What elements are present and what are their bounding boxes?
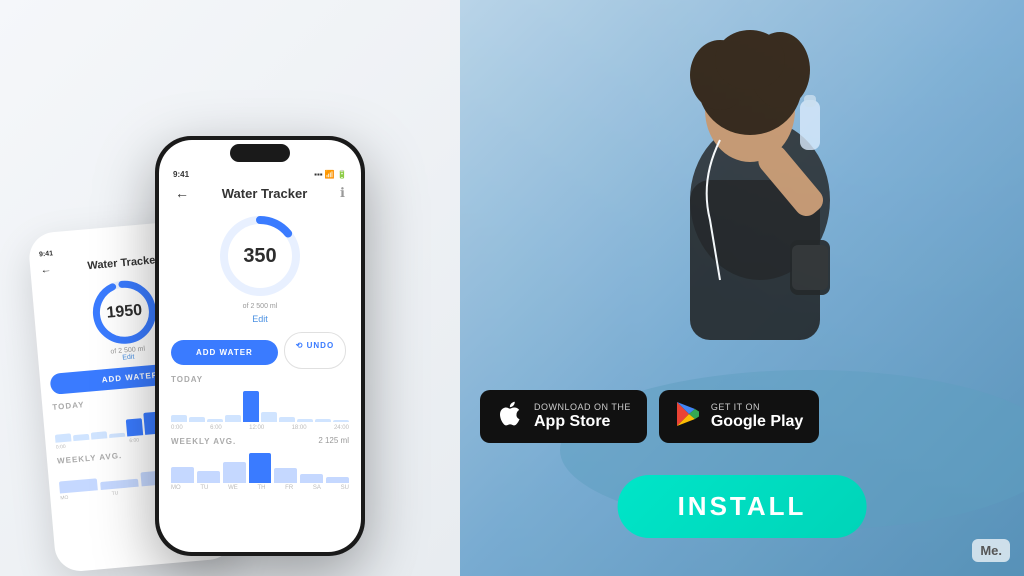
weekly-bar-chart (171, 453, 349, 483)
me-brand: Me. (972, 539, 1010, 562)
status-time: 9:41 (173, 170, 189, 179)
phones-container: 9:41 ← Water Tracker ℹ 1950 (10, 20, 450, 556)
info-icon[interactable]: ℹ (340, 185, 345, 201)
water-progress-circle: 350 (215, 211, 305, 301)
app-store-text: Download on the App Store (534, 402, 631, 431)
app-store-sub: Download on the (534, 402, 631, 412)
action-buttons: ADD WATER ⟲ UNDO (171, 332, 349, 369)
water-amount: 350 (243, 246, 276, 266)
weekly-header: WEEKLY AVG. 2 125 ml (171, 431, 349, 449)
today-label: TODAY (171, 375, 349, 384)
weekly-value: 2 125 ml (318, 436, 349, 445)
app-store-main: App Store (534, 412, 631, 431)
apple-icon (496, 400, 524, 433)
store-buttons-container: Download on the App Store GET IT ON Goog… (480, 390, 819, 443)
edit-link[interactable]: Edit (252, 314, 268, 324)
water-subtext: of 2 500 ml (243, 303, 278, 310)
screen-header: ← Water Tracker ℹ (171, 185, 349, 201)
google-play-sub: GET IT ON (711, 402, 803, 412)
back-edit-label: Edit (122, 354, 135, 362)
app-store-button[interactable]: Download on the App Store (480, 390, 647, 443)
google-play-icon (675, 401, 701, 432)
back-arrow-icon[interactable]: ← (175, 185, 189, 201)
signal-icons: ▪▪▪ 📶 🔋 (314, 170, 347, 179)
weekly-label: WEEKLY AVG. (171, 437, 236, 446)
left-panel: 9:41 ← Water Tracker ℹ 1950 (0, 0, 460, 576)
google-play-main: Google Play (711, 412, 803, 431)
phone-front: 9:41 ▪▪▪ 📶 🔋 ← Water Tracker ℹ (155, 136, 365, 556)
right-panel: Download on the App Store GET IT ON Goog… (460, 0, 1024, 576)
google-play-text: GET IT ON Google Play (711, 402, 803, 431)
install-button[interactable]: INSTALL (618, 475, 867, 538)
weekly-chart-labels: MOTUWETHFRSASU (171, 485, 349, 491)
phone-notch (230, 144, 290, 162)
back-phone-title: Water Tracker (87, 254, 160, 272)
google-play-button[interactable]: GET IT ON Google Play (659, 390, 819, 443)
undo-button[interactable]: ⟲ UNDO (284, 332, 346, 369)
add-water-button[interactable]: ADD WATER (171, 340, 278, 365)
water-circle-container: 350 of 2 500 ml Edit (171, 211, 349, 324)
front-status-bar: 9:41 ▪▪▪ 📶 🔋 (171, 170, 349, 179)
today-bar-chart (171, 387, 349, 422)
install-button-label: INSTALL (678, 491, 807, 521)
back-water-amount: 1950 (106, 302, 143, 323)
front-phone-title: Water Tracker (222, 186, 308, 201)
phone-screen: 9:41 ▪▪▪ 📶 🔋 ← Water Tracker ℹ (159, 140, 361, 552)
